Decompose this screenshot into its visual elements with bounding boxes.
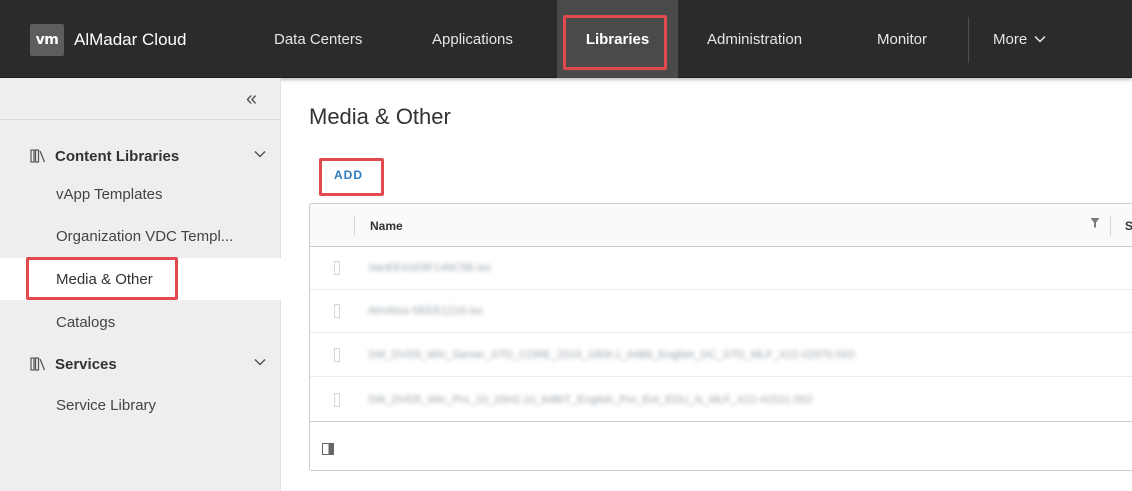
sidebar-group-label: Content Libraries [55, 147, 180, 165]
chevron-down-icon[interactable] [254, 354, 266, 369]
row-name-cell: SW_DVD5_Win_Pro_10_20H2.10_64BIT_English… [368, 394, 813, 406]
add-button[interactable]: ADD [334, 168, 363, 182]
sidebar-item-media-other[interactable]: Media & Other [0, 258, 281, 300]
media-datagrid: Name S VanEE41E8F149C5B.iso AlmAlza-SEEE… [309, 203, 1132, 471]
column-header-next[interactable]: S [1125, 219, 1132, 233]
nav-divider [968, 17, 969, 63]
table-row[interactable]: SW_DVD9_Win_Server_STD_CORE_2019_1809.1_… [310, 335, 1132, 377]
row-handle-icon [334, 348, 340, 362]
top-navigation-bar: vm AlMadar Cloud Data Centers Applicatio… [0, 0, 1132, 78]
page-title: Media & Other [309, 104, 451, 129]
collapse-sidebar-button[interactable]: « [246, 88, 257, 111]
nav-label: Administration [707, 30, 803, 48]
brand[interactable]: vm AlMadar Cloud [30, 24, 186, 56]
brand-name: AlMadar Cloud [74, 30, 187, 49]
library-icon [30, 357, 46, 371]
column-toggle-icon[interactable] [322, 443, 334, 455]
vm-logo: vm [30, 24, 64, 56]
table-row[interactable]: AlmAlza-SEEE1216.iso [310, 291, 1132, 333]
nav-label: Data Centers [274, 30, 363, 48]
chevron-down-icon[interactable] [254, 146, 266, 161]
row-name-cell: AlmAlza-SEEE1216.iso [368, 305, 483, 317]
sidebar-item-label: Media & Other [56, 271, 153, 288]
grid-header: Name S [310, 204, 1132, 247]
nav-label: Libraries [585, 30, 650, 48]
nav-more-menu[interactable]: More [993, 0, 1046, 78]
sidebar-group-label: Services [55, 355, 117, 373]
row-handle-icon [334, 261, 340, 275]
library-icon [30, 149, 46, 163]
table-row[interactable]: VanEE41E8F149C5B.iso [310, 248, 1132, 290]
sidebar-group-services[interactable]: Services [30, 352, 270, 376]
sidebar-item-organization-vdc-templates[interactable]: Organization VDC Templ... [56, 228, 233, 245]
nav-data-centers[interactable]: Data Centers [274, 0, 362, 78]
grid-footer [310, 426, 1132, 470]
sidebar-divider [0, 119, 281, 120]
nav-label: Applications [432, 30, 513, 48]
column-separator [354, 216, 355, 236]
sidebar-item-vapp-templates[interactable]: vApp Templates [56, 186, 162, 203]
nav-libraries[interactable]: Libraries [557, 0, 678, 78]
sidebar-item-catalogs[interactable]: Catalogs [56, 314, 115, 331]
row-name-cell: SW_DVD9_Win_Server_STD_CORE_2019_1809.1_… [368, 349, 855, 361]
filter-icon[interactable] [1090, 217, 1100, 229]
sidebar-item-service-library[interactable]: Service Library [56, 397, 156, 414]
nav-label: More [993, 30, 1028, 48]
row-handle-icon [334, 393, 340, 407]
sidebar: « Content Libraries vApp Templates Organ… [0, 78, 281, 491]
nav-administration[interactable]: Administration [707, 0, 802, 78]
column-separator [1110, 216, 1111, 236]
row-handle-icon [334, 304, 340, 318]
nav-applications[interactable]: Applications [432, 0, 513, 78]
nav-label: Monitor [877, 30, 928, 48]
row-name-cell: VanEE41E8F149C5B.iso [368, 262, 491, 274]
table-row[interactable]: SW_DVD5_Win_Pro_10_20H2.10_64BIT_English… [310, 380, 1132, 422]
nav-monitor[interactable]: Monitor [877, 0, 927, 78]
chevron-down-icon [1034, 32, 1046, 46]
column-header-name[interactable]: Name [370, 219, 403, 233]
sidebar-group-content-libraries[interactable]: Content Libraries [30, 144, 270, 168]
